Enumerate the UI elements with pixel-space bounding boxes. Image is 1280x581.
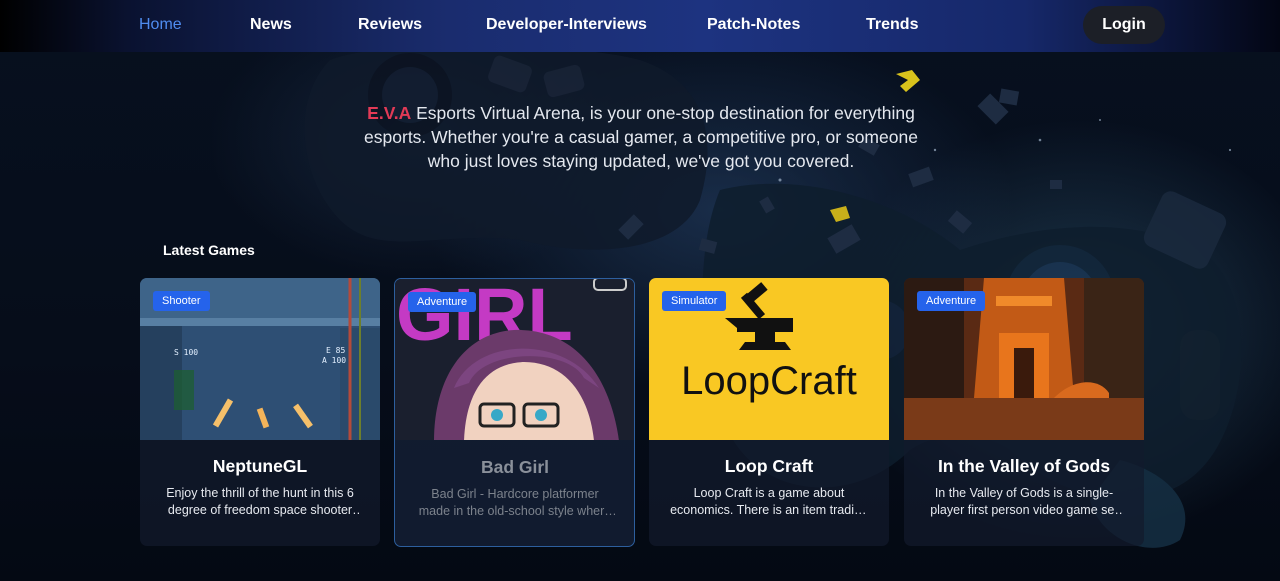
intro-text: E.V.A Esports Virtual Arena, is your one… (350, 101, 932, 173)
genre-tag: Adventure (408, 292, 477, 312)
nav-reviews[interactable]: Reviews (358, 16, 422, 34)
game-title: Bad Girl (480, 457, 550, 477)
hud-ammo-readout: A 100 (322, 356, 346, 365)
latest-games-heading: Latest Games (163, 242, 255, 258)
game-description: Loop Craft is a game about economics. Th… (670, 486, 868, 517)
game-title: Loop Craft (724, 456, 814, 476)
nav-home[interactable]: Home (139, 16, 182, 34)
game-title: In the Valley of Gods (937, 456, 1111, 476)
genre-tag: Simulator (662, 291, 727, 311)
hud-shield-readout: S 100 (174, 348, 198, 357)
genre-tag: Adventure (917, 291, 986, 311)
genre-tag: Shooter (153, 291, 210, 311)
loopcraft-logo: LoopCraft (681, 359, 857, 403)
game-description: Enjoy the thrill of the hunt in this 6 d… (166, 486, 354, 517)
game-card-loop-craft[interactable]: LoopCraft Simulator Loop Craft Loop Craf… (649, 278, 889, 546)
nav-news[interactable]: News (250, 16, 292, 34)
nav-patch-notes[interactable]: Patch-Notes (707, 16, 800, 34)
game-card-bad-girl[interactable]: GIRL Adventure Bad Girl Bad Girl - Hardc… (394, 278, 635, 547)
intro-body: Esports Virtual Arena, is your one-stop … (364, 103, 918, 171)
game-description: In the Valley of Gods is a single-player… (930, 486, 1118, 517)
hud-energy-readout: E 85 (326, 346, 345, 355)
game-card-neptunegl[interactable]: S 100 E 85 A 100 Shooter NeptuneGL Enjoy… (140, 278, 380, 546)
game-card-valley-of-gods[interactable]: Adventure In the Valley of Gods In the V… (904, 278, 1144, 546)
game-title: NeptuneGL (212, 456, 308, 476)
top-navbar: Home News Reviews Developer-Interviews P… (0, 0, 1280, 52)
login-button[interactable]: Login (1083, 6, 1165, 44)
brand-name: E.V.A (367, 103, 412, 123)
game-description: Bad Girl - Hardcore platformer made in t… (418, 487, 612, 518)
nav-trends[interactable]: Trends (866, 16, 918, 34)
nav-developer-interviews[interactable]: Developer-Interviews (486, 16, 647, 34)
